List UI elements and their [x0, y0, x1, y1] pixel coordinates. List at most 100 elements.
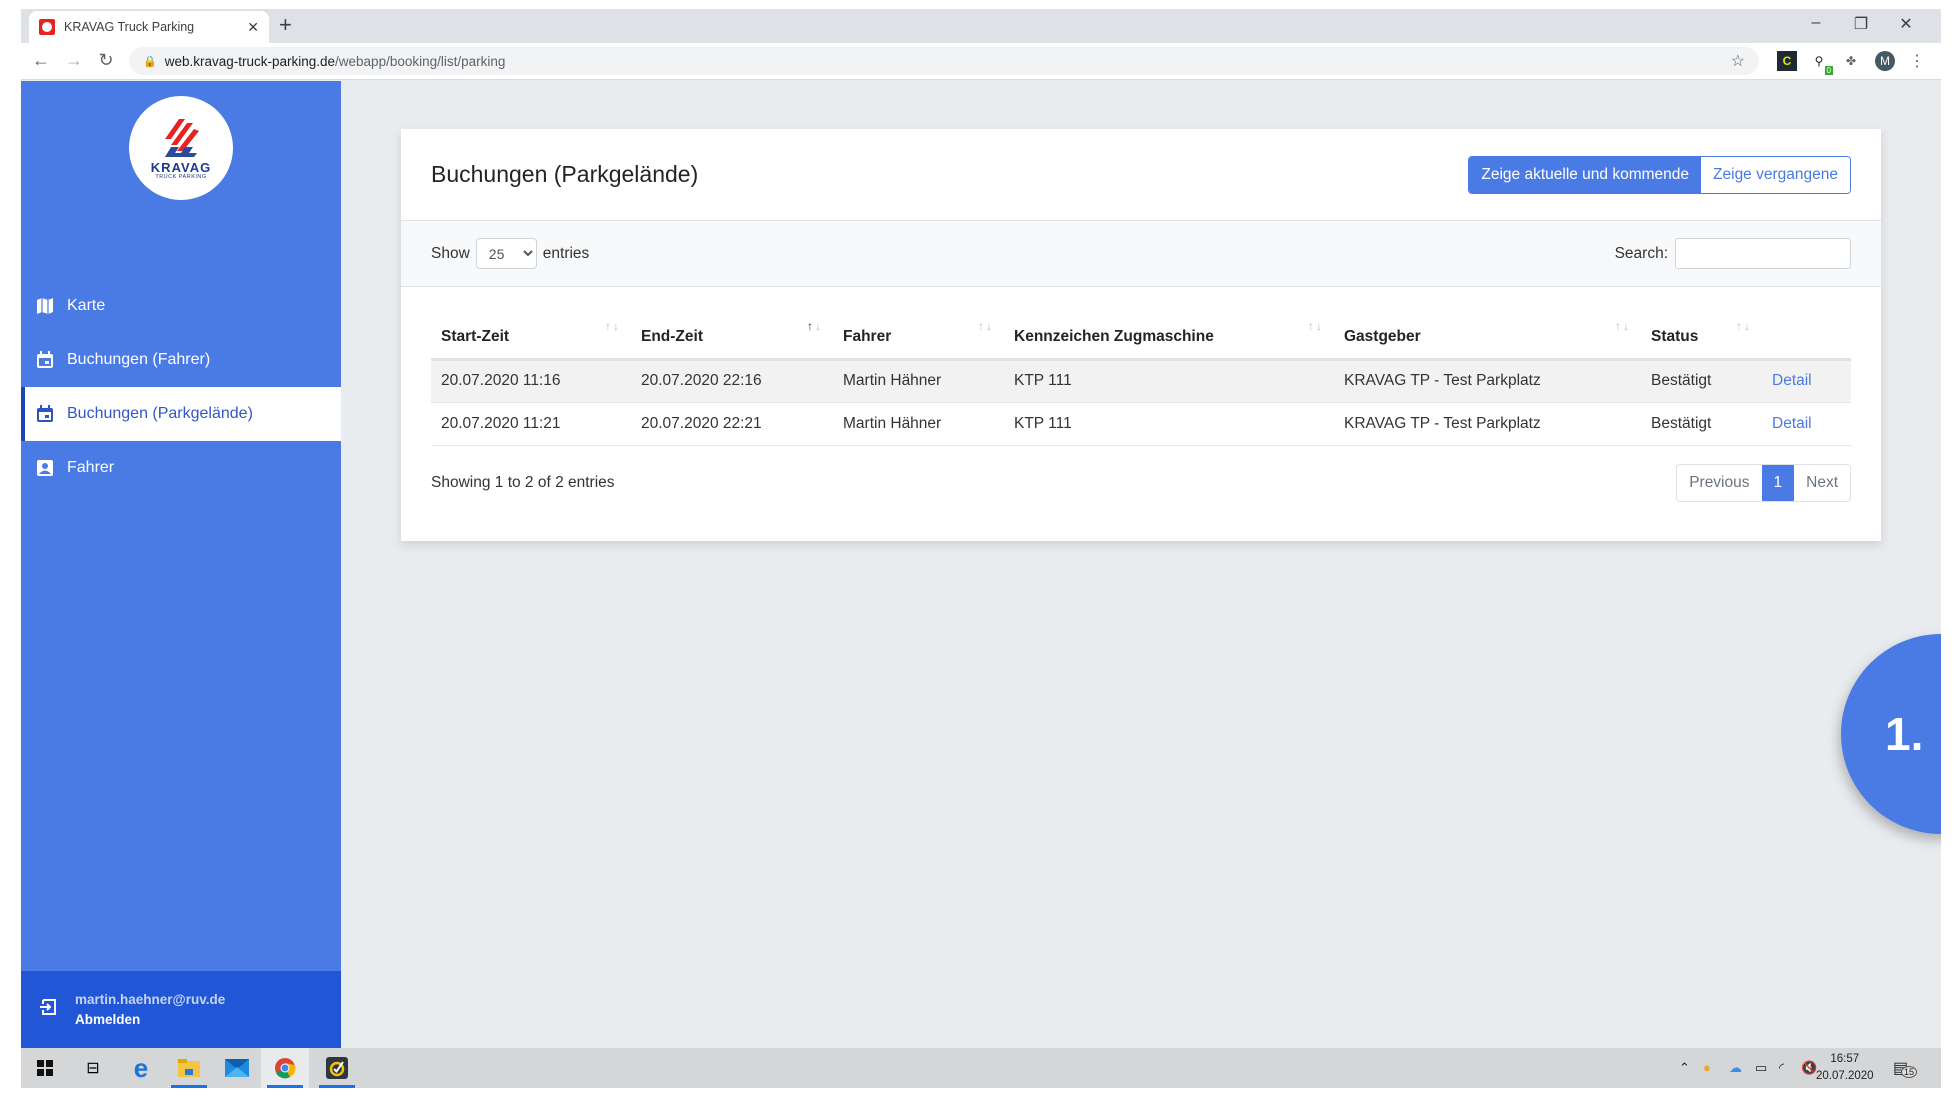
- column-header-gastgeber[interactable]: Gastgeber ↑↓: [1334, 307, 1641, 361]
- detail-link[interactable]: Detail: [1772, 415, 1812, 432]
- sidebar-item-buchungen-fahrer[interactable]: Buchungen (Fahrer): [21, 333, 341, 387]
- battery-icon[interactable]: ▭: [1755, 1060, 1767, 1076]
- show-hidden-icons-chevron-icon[interactable]: ⌃: [1679, 1060, 1690, 1076]
- search-input[interactable]: [1675, 238, 1851, 269]
- browser-tab[interactable]: KRAVAG Truck Parking ✕: [29, 11, 269, 43]
- close-window-button[interactable]: ✕: [1891, 14, 1921, 34]
- browser-menu-icon[interactable]: ⋮: [1907, 51, 1927, 71]
- sort-icon: ↑↓: [1308, 319, 1324, 333]
- sort-icon: ↑↓: [1615, 319, 1631, 333]
- extension-badge: 0: [1824, 66, 1833, 75]
- cell-driver: Martin Hähner: [833, 359, 1004, 403]
- logout-icon[interactable]: [39, 997, 61, 1022]
- cell-action: Detail: [1762, 359, 1851, 403]
- mail-icon[interactable]: [213, 1048, 261, 1088]
- search-label: Search:: [1614, 244, 1668, 262]
- cell-status: Bestätigt: [1641, 359, 1762, 403]
- clock-time: 16:57: [1830, 1053, 1860, 1065]
- column-label: Status: [1651, 327, 1699, 345]
- card-header: Buchungen (Parkgelände) Zeige aktuelle u…: [401, 129, 1881, 221]
- edge-browser-icon[interactable]: e: [117, 1048, 165, 1088]
- chrome-icon[interactable]: [261, 1048, 309, 1088]
- cell-host: KRAVAG TP - Test Parkplatz: [1334, 359, 1641, 403]
- page-size-select[interactable]: 25: [475, 238, 537, 269]
- kravag-logo[interactable]: KRAVAG TRUCK PARKING: [129, 96, 233, 200]
- restore-button[interactable]: ❐: [1846, 14, 1876, 34]
- windows-start-icon[interactable]: [21, 1048, 69, 1088]
- column-label: End-Zeit: [641, 327, 703, 345]
- onedrive-error-tray-icon[interactable]: ☁: [1729, 1060, 1742, 1076]
- column-header-fahrer[interactable]: Fahrer ↑↓: [833, 307, 1004, 361]
- reload-button[interactable]: ↻: [94, 50, 118, 71]
- windows-taskbar: ⊟ e ⌃ ● ☁ ▭ ◜ 🔇 16:57 20.07.2020 ▤ 15: [21, 1048, 1941, 1088]
- show-past-button[interactable]: Zeige vergangene: [1701, 156, 1850, 193]
- wifi-icon[interactable]: ◜: [1779, 1060, 1784, 1076]
- file-explorer-icon[interactable]: [165, 1048, 213, 1088]
- address-bar[interactable]: 🔒 web.kravag-truck-parking.de/webapp/boo…: [129, 47, 1759, 75]
- logout-link[interactable]: Abmelden: [75, 1012, 225, 1027]
- show-label: Show: [431, 244, 470, 262]
- map-icon: [35, 296, 55, 316]
- column-header-end-zeit[interactable]: End-Zeit ↑↓: [631, 307, 833, 361]
- sync-ok-tray-icon[interactable]: ●: [1703, 1060, 1711, 1075]
- extension-search-icon[interactable]: ⚲ 0: [1809, 51, 1833, 75]
- forward-button[interactable]: →: [62, 50, 86, 71]
- task-view-icon[interactable]: ⊟: [69, 1048, 117, 1088]
- table-controls: Show 25 entries Search:: [401, 221, 1881, 287]
- calendar-icon: [35, 404, 55, 424]
- column-label: Gastgeber: [1344, 327, 1421, 345]
- sort-icon: ↑↓: [978, 319, 994, 333]
- extension-c-icon[interactable]: C: [1777, 51, 1797, 71]
- entries-label: entries: [542, 244, 590, 262]
- profile-avatar[interactable]: M: [1875, 51, 1895, 71]
- column-header-kennzeichen[interactable]: Kennzeichen Zugmaschine ↑↓: [1004, 307, 1334, 361]
- user-email: martin.haehner@ruv.de: [75, 992, 226, 1007]
- sidebar-item-label: Karte: [67, 297, 106, 314]
- extension-c-label: C: [1782, 54, 1792, 68]
- sidebar-item-buchungen-parkgelaende[interactable]: Buchungen (Parkgelände): [21, 387, 341, 441]
- browser-toolbar: ← → ↻ 🔒 web.kravag-truck-parking.de/weba…: [21, 43, 1941, 80]
- sidebar-item-label: Fahrer: [67, 459, 115, 476]
- previous-page-button[interactable]: Previous: [1677, 465, 1761, 501]
- detail-link[interactable]: Detail: [1772, 372, 1812, 389]
- volume-muted-icon[interactable]: 🔇: [1801, 1060, 1817, 1076]
- sidebar-footer: martin.haehner@ruv.de Abmelden: [21, 971, 341, 1048]
- profile-initial: M: [1880, 54, 1890, 68]
- step-number: 1.: [1885, 708, 1924, 760]
- table-header-row: Start-Zeit ↑↓ End-Zeit ↑↓ Fahrer ↑↓ Kennzei…: [431, 307, 1851, 361]
- bookings-table: Start-Zeit ↑↓ End-Zeit ↑↓ Fahrer ↑↓ Kennzei…: [431, 307, 1851, 446]
- cell-start: 20.07.2020 11:16: [431, 359, 631, 403]
- new-tab-button[interactable]: +: [279, 14, 292, 36]
- minimize-button[interactable]: –: [1801, 14, 1831, 32]
- notification-center-icon[interactable]: ▤ 15: [1893, 1058, 1918, 1078]
- cell-plate: KTP 111: [1004, 359, 1334, 403]
- cell-start: 20.07.2020 11:21: [431, 402, 631, 446]
- browser-tabbar: KRAVAG Truck Parking ✕ + – ❐ ✕: [21, 9, 1941, 43]
- sort-ascending-icon: ↑↓: [807, 319, 823, 333]
- taskbar-clock[interactable]: 16:57 20.07.2020: [1816, 1051, 1874, 1085]
- column-header-status[interactable]: Status ↑↓: [1641, 307, 1762, 361]
- bookmark-star-icon[interactable]: ☆: [1731, 51, 1745, 71]
- extensions-puzzle-icon[interactable]: ✤: [1841, 51, 1861, 71]
- next-page-button[interactable]: Next: [1794, 465, 1850, 501]
- card-footer: Showing 1 to 2 of 2 entries Previous 1 N…: [401, 446, 1881, 502]
- norton-icon[interactable]: [313, 1048, 361, 1088]
- back-button[interactable]: ←: [29, 50, 53, 71]
- logo-subtitle: TRUCK PARKING: [155, 173, 207, 180]
- favicon-icon: [39, 19, 55, 35]
- sidebar: KRAVAG TRUCK PARKING Karte Buchungen (Fa…: [21, 81, 341, 1048]
- sidebar-item-karte[interactable]: Karte: [21, 279, 341, 333]
- kravag-logo-mark-icon: [165, 118, 199, 157]
- screen: KRAVAG Truck Parking ✕ + – ❐ ✕ ← → ↻ 🔒 w…: [21, 9, 1941, 1088]
- close-tab-icon[interactable]: ✕: [247, 19, 259, 36]
- column-header-start-zeit[interactable]: Start-Zeit ↑↓: [431, 307, 631, 361]
- sidebar-item-fahrer[interactable]: Fahrer: [21, 441, 341, 495]
- table-wrapper: Start-Zeit ↑↓ End-Zeit ↑↓ Fahrer ↑↓ Kennzei…: [401, 287, 1881, 446]
- page-1-button[interactable]: 1: [1761, 464, 1795, 501]
- time-filter-toggle: Zeige aktuelle und kommende Zeige vergan…: [1468, 155, 1851, 194]
- show-current-button[interactable]: Zeige aktuelle und kommende: [1469, 156, 1702, 193]
- page-title: Buchungen (Parkgelände): [431, 161, 699, 187]
- sort-icon: ↑↓: [1736, 319, 1752, 333]
- cell-host: KRAVAG TP - Test Parkplatz: [1334, 402, 1641, 446]
- sidebar-item-label: Buchungen (Fahrer): [67, 351, 211, 368]
